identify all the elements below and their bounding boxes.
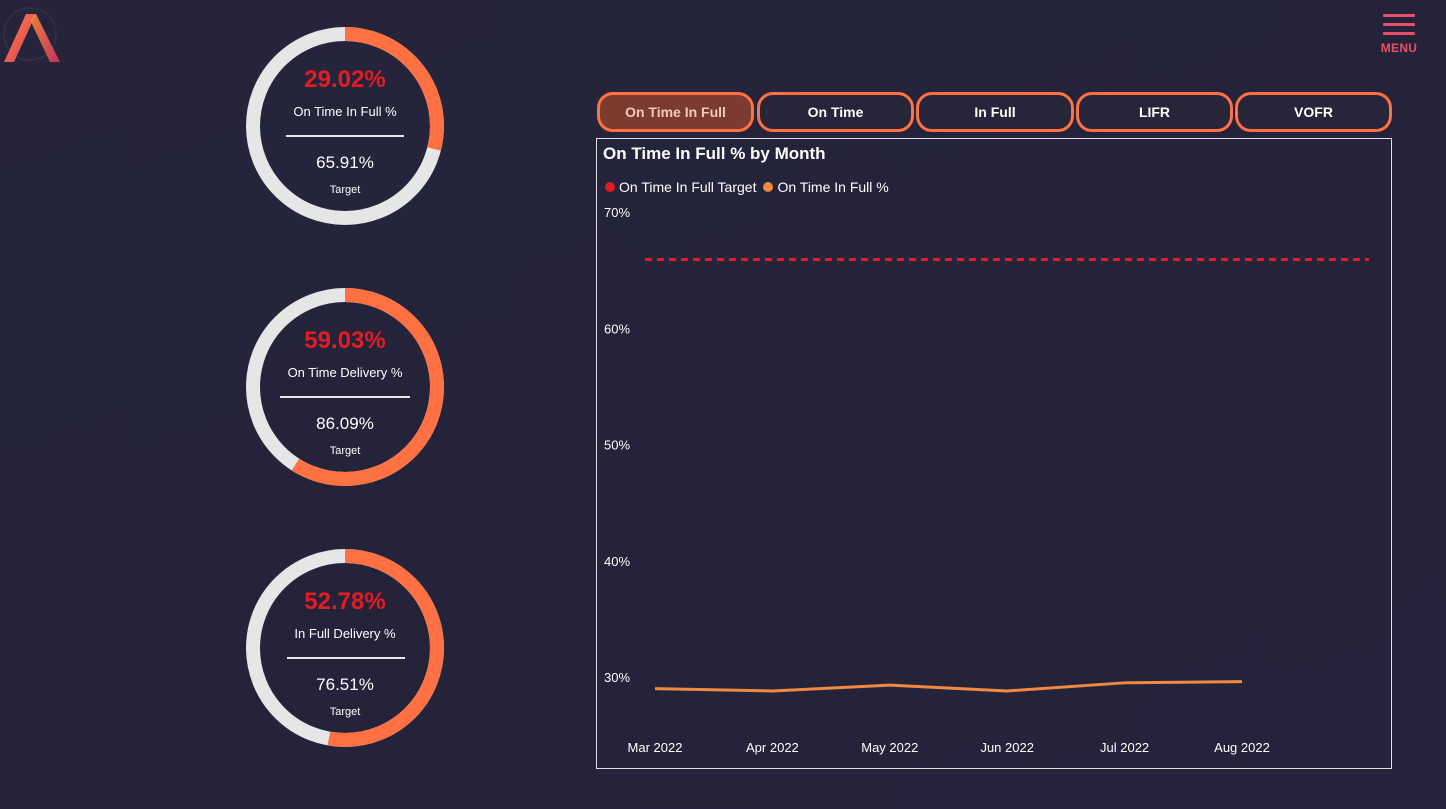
chart-plot: 70% 60% 50% 40% 30% Mar 2022 Apr 2022 May 2022 J…: [604, 205, 1369, 755]
y-tick-label: 30%: [604, 670, 630, 685]
kpi-target-label: Target: [329, 184, 361, 196]
kpi-name: On Time In Full %: [293, 104, 397, 119]
hamburger-icon: [1376, 14, 1422, 35]
kpi-divider: [287, 657, 405, 659]
x-tick-label: Jun 2022: [980, 740, 1033, 755]
x-tick-label: Aug 2022: [1214, 740, 1270, 755]
kpi-name: On Time Delivery %: [287, 365, 403, 380]
tab-on-time[interactable]: On Time: [757, 92, 914, 132]
kpi-divider: [286, 135, 404, 137]
line-chart-panel: On Time In Full % by Month On Time In Fu…: [596, 138, 1392, 769]
kpi-target-label: Target: [329, 445, 361, 457]
kpi-target-value: 76.51%: [316, 675, 374, 694]
x-tick-label: Jul 2022: [1100, 740, 1149, 755]
kpi-target-label: Target: [329, 706, 361, 718]
tab-in-full[interactable]: In Full: [916, 92, 1074, 132]
kpi-in-full-delivery: 52.78% In Full Delivery % 76.51% Target: [245, 548, 445, 748]
kpi-value: 52.78%: [304, 588, 386, 615]
menu-label: MENU: [1380, 41, 1418, 55]
actual-series-line: [654, 680, 1243, 693]
y-tick-label: 50%: [604, 438, 630, 453]
x-tick-label: Mar 2022: [628, 740, 683, 755]
kpi-on-time-delivery: 59.03% On Time Delivery % 86.09% Target: [245, 287, 445, 487]
metric-tabs: On Time In Full On Time In Full LIFR VOF…: [597, 92, 1393, 138]
kpi-value: 59.03%: [304, 327, 386, 354]
company-logo: [3, 7, 60, 62]
kpi-name: In Full Delivery %: [294, 626, 396, 641]
kpi-divider: [280, 396, 410, 398]
kpi-target-value: 86.09%: [316, 414, 374, 433]
kpi-target-value: 65.91%: [316, 153, 374, 172]
y-tick-label: 70%: [604, 205, 630, 220]
y-tick-label: 60%: [604, 321, 630, 336]
x-tick-label: Apr 2022: [746, 740, 799, 755]
tab-lifr[interactable]: LIFR: [1076, 92, 1233, 132]
y-tick-label: 40%: [604, 554, 630, 569]
kpi-on-time-in-full: 29.02% On Time In Full % 65.91% Target: [245, 26, 445, 226]
menu-button[interactable]: MENU: [1376, 14, 1422, 55]
kpi-value: 29.02%: [304, 66, 386, 93]
tab-on-time-in-full[interactable]: On Time In Full: [597, 92, 754, 132]
x-tick-label: May 2022: [861, 740, 918, 755]
tab-vofr[interactable]: VOFR: [1235, 92, 1392, 132]
